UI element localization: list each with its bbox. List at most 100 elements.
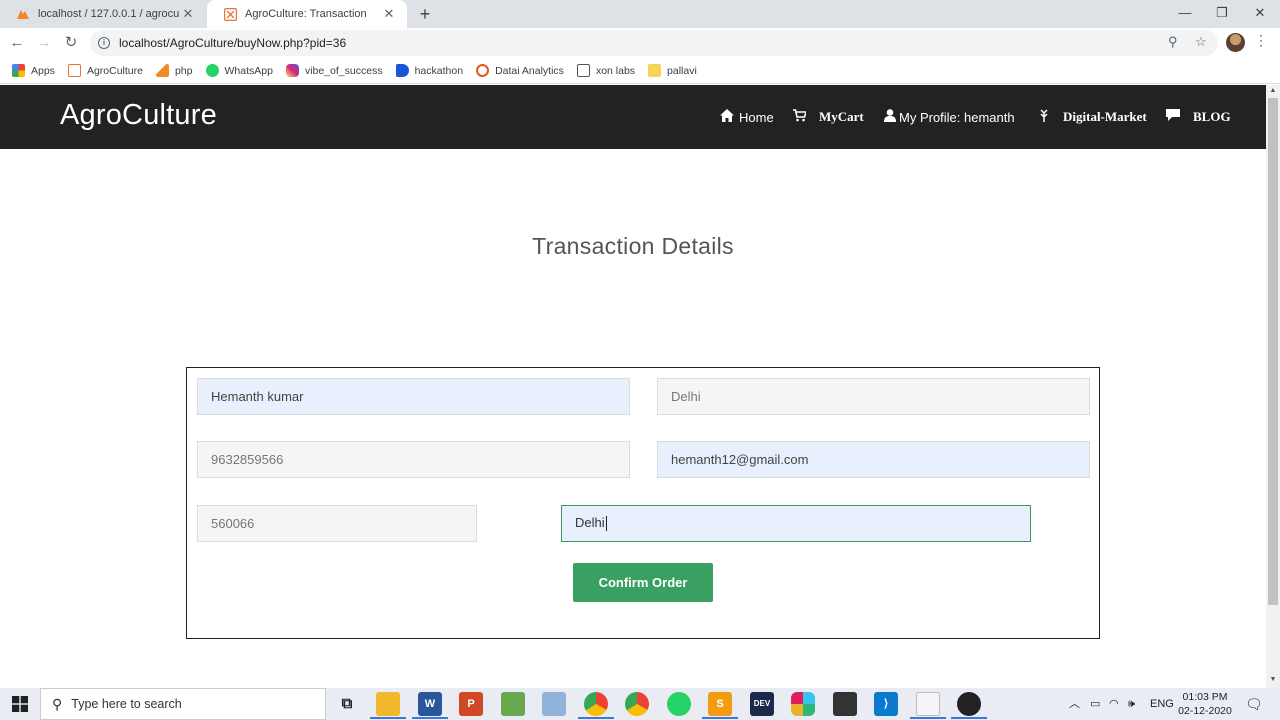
- chrome-profile-icon[interactable]: [625, 692, 649, 716]
- nav-blog[interactable]: BLOG: [1166, 85, 1231, 149]
- bookmarks-bar: Apps AgroCulture php WhatsApp vibe_of_su…: [0, 58, 1280, 84]
- hackathon-icon: [395, 64, 409, 77]
- bookmark-whatsapp[interactable]: WhatsApp: [205, 64, 273, 77]
- maximize-button[interactable]: ❐: [1203, 0, 1241, 28]
- bookmark-agroculture[interactable]: AgroCulture: [67, 64, 143, 77]
- name-field[interactable]: Hemanth kumar: [197, 378, 630, 415]
- windows-taskbar: ⚲ Type here to search ⧉ W P S DEV ⟩ ︿ ▭ …: [0, 688, 1280, 720]
- search-icon: ⚲: [52, 695, 63, 712]
- bookmark-php[interactable]: php: [155, 64, 193, 77]
- datai-icon: [476, 64, 490, 77]
- notifications-icon[interactable]: 🗨: [1245, 688, 1263, 720]
- bookmark-pallavi[interactable]: pallavi: [648, 64, 697, 77]
- sublime-text-icon[interactable]: S: [708, 692, 732, 716]
- nav-my-profile[interactable]: My Profile: hemanth: [884, 85, 1015, 149]
- scroll-up-arrow-icon[interactable]: ▲: [1266, 87, 1280, 94]
- paint-icon[interactable]: [501, 692, 525, 716]
- file-explorer-icon[interactable]: [376, 692, 400, 716]
- slack-icon[interactable]: [791, 692, 815, 716]
- active-app-indicator: [578, 717, 614, 719]
- vscode-icon[interactable]: ⟩: [874, 692, 898, 716]
- home-icon: [720, 109, 734, 125]
- bookmark-hackathon[interactable]: hackathon: [395, 64, 463, 77]
- browser-menu-icon[interactable]: ⋮: [1254, 32, 1268, 49]
- bookmark-star-icon[interactable]: ☆: [1195, 34, 1207, 50]
- bookmark-apps[interactable]: Apps: [12, 64, 55, 77]
- phone-field[interactable]: 9632859566: [197, 441, 630, 478]
- nav-mycart[interactable]: MyCart: [793, 85, 864, 149]
- forward-arrow-icon[interactable]: →: [33, 32, 55, 54]
- new-tab-button[interactable]: +: [414, 3, 436, 25]
- bookmark-vibe-of-success[interactable]: vibe_of_success: [285, 64, 383, 77]
- url-text: localhost/AgroCulture/buyNow.php?pid=36: [119, 36, 347, 50]
- site-header: AgroCulture Home MyCart My Profile: hema…: [0, 85, 1266, 149]
- browser-tab-strip: localhost / 127.0.0.1 / agroculture ✕ Ag…: [0, 0, 1280, 28]
- obs-icon[interactable]: [957, 692, 981, 716]
- site-brand[interactable]: AgroCulture: [60, 99, 217, 132]
- chrome-icon[interactable]: [584, 692, 608, 716]
- bookmark-xon-labs[interactable]: xon labs: [576, 64, 635, 77]
- email-field[interactable]: hemanth12@gmail.com: [657, 441, 1090, 478]
- comment-icon: [1166, 109, 1180, 125]
- language-indicator[interactable]: ENG: [1150, 688, 1174, 720]
- confirm-order-button[interactable]: Confirm Order: [573, 563, 713, 602]
- active-app-indicator: [412, 717, 448, 719]
- tab-title: localhost / 127.0.0.1 / agroculture: [38, 8, 180, 20]
- folder-icon: [648, 64, 662, 77]
- tab-phpmyadmin[interactable]: localhost / 127.0.0.1 / agroculture ✕: [0, 0, 206, 28]
- cart-icon: [793, 108, 808, 126]
- back-arrow-icon[interactable]: ←: [6, 32, 28, 54]
- page-scrollbar[interactable]: ▲ ▼: [1266, 85, 1280, 688]
- apps-grid-icon: [12, 64, 25, 77]
- powerpoint-icon[interactable]: P: [459, 692, 483, 716]
- scroll-down-arrow-icon[interactable]: ▼: [1266, 676, 1280, 683]
- image-icon: [576, 64, 590, 77]
- tab-close-icon[interactable]: ✕: [381, 6, 397, 22]
- taskbar-clock[interactable]: 01:03 PM 02-12-2020: [1176, 690, 1234, 718]
- task-view-icon[interactable]: ⧉: [335, 692, 359, 716]
- whatsapp-icon[interactable]: [667, 692, 691, 716]
- wifi-icon[interactable]: ◠: [1109, 688, 1119, 720]
- browser-toolbar: ← → ↻ i localhost/AgroCulture/buyNow.php…: [0, 28, 1280, 58]
- instagram-icon: [285, 64, 299, 77]
- media-app-icon[interactable]: [833, 692, 857, 716]
- volume-icon[interactable]: 🕪: [1128, 688, 1135, 720]
- devcpp-icon[interactable]: DEV: [750, 692, 774, 716]
- bookmark-datai-analytics[interactable]: Datai Analytics: [476, 64, 564, 77]
- city-field[interactable]: Delhi: [657, 378, 1090, 415]
- info-icon[interactable]: i: [98, 37, 110, 49]
- close-window-button[interactable]: ✕: [1241, 0, 1279, 28]
- whatsapp-icon: [205, 64, 219, 77]
- agroculture-favicon: [223, 7, 237, 21]
- notepad-icon[interactable]: [916, 692, 940, 716]
- agroculture-icon: [67, 64, 81, 77]
- active-app-indicator: [370, 717, 406, 719]
- profile-avatar[interactable]: [1226, 33, 1245, 52]
- minimize-button[interactable]: —: [1166, 0, 1204, 28]
- tray-chevron-icon[interactable]: ︿: [1069, 688, 1080, 720]
- taskbar-search[interactable]: ⚲ Type here to search: [40, 688, 326, 720]
- word-icon[interactable]: W: [418, 692, 442, 716]
- scrollbar-thumb[interactable]: [1268, 98, 1278, 605]
- address-bar[interactable]: i localhost/AgroCulture/buyNow.php?pid=3…: [90, 30, 1218, 56]
- active-app-indicator: [910, 717, 946, 719]
- tab-close-icon[interactable]: ✕: [180, 6, 196, 22]
- windows-start-button[interactable]: [0, 688, 40, 720]
- tab-agroculture-transaction[interactable]: AgroCulture: Transaction ✕: [207, 0, 407, 28]
- clock-date: 02-12-2020: [1178, 705, 1232, 717]
- active-app-indicator: [702, 717, 738, 719]
- address-field[interactable]: Delhi: [561, 505, 1031, 542]
- grain-icon: [1040, 108, 1048, 126]
- address-value: Delhi: [575, 515, 605, 530]
- phpmyadmin-icon: [155, 64, 169, 77]
- tab-title: AgroCulture: Transaction: [245, 8, 367, 20]
- nav-home[interactable]: Home: [720, 85, 774, 149]
- pincode-field[interactable]: 560066: [197, 505, 477, 542]
- zoom-icon[interactable]: ⚲: [1168, 34, 1178, 50]
- reload-icon[interactable]: ↻: [60, 32, 82, 54]
- page-title: Transaction Details: [532, 233, 734, 259]
- snipping-tool-icon[interactable]: [542, 692, 566, 716]
- phpmyadmin-icon: [16, 7, 30, 21]
- battery-icon[interactable]: ▭: [1090, 688, 1100, 720]
- nav-digital-market[interactable]: Digital-Market: [1040, 85, 1147, 149]
